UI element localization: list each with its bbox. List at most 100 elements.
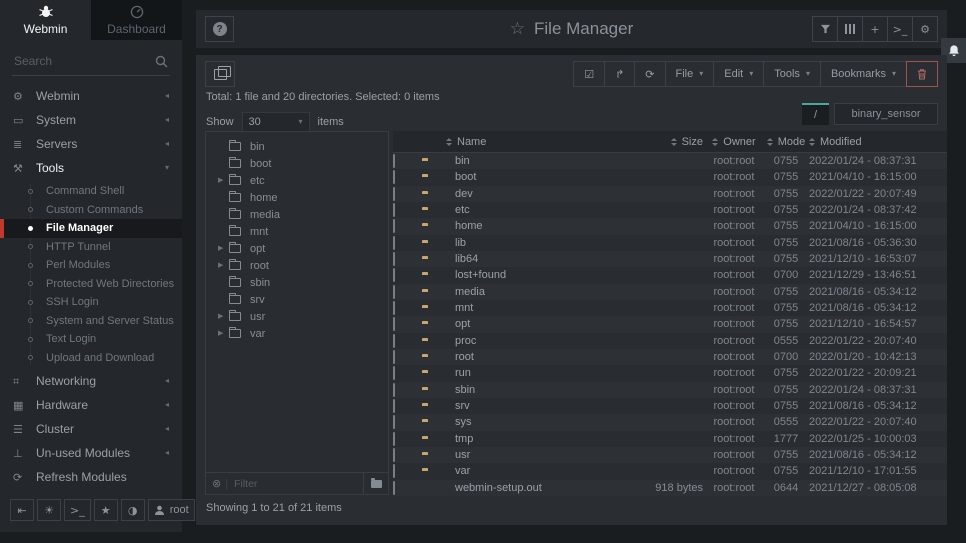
file-name[interactable]: var bbox=[455, 465, 613, 477]
table-row-run[interactable]: run root:root 0755 2022/01/22 - 20:09:21 bbox=[393, 365, 947, 381]
file-name[interactable]: webmin-setup.out bbox=[455, 482, 613, 494]
row-checkbox[interactable] bbox=[393, 285, 395, 299]
table-row-etc[interactable]: etc root:root 0755 2022/01/24 - 08:37:42 bbox=[393, 202, 947, 218]
table-row-root[interactable]: root root:root 0700 2022/01/20 - 10:42:1… bbox=[393, 349, 947, 365]
tab-webmin[interactable]: Webmin bbox=[0, 0, 91, 40]
columns-button[interactable] bbox=[837, 16, 863, 42]
file-name[interactable]: tmp bbox=[455, 433, 613, 445]
row-checkbox[interactable] bbox=[393, 448, 395, 462]
column-header-name[interactable]: Name bbox=[446, 136, 613, 148]
file-name[interactable]: boot bbox=[455, 171, 613, 183]
table-row-bin[interactable]: bin root:root 0755 2022/01/24 - 08:37:31 bbox=[393, 153, 947, 169]
expand-arrow-icon[interactable]: ▶ bbox=[218, 177, 229, 184]
table-row-srv[interactable]: srv root:root 0755 2021/08/16 - 05:34:12 bbox=[393, 398, 947, 414]
tree-item-mnt[interactable]: mnt bbox=[206, 223, 388, 240]
file-name[interactable]: mnt bbox=[455, 302, 613, 314]
row-checkbox[interactable] bbox=[393, 464, 395, 478]
row-checkbox[interactable] bbox=[393, 301, 395, 315]
sidebar-item-ssh-login[interactable]: SSH Login bbox=[0, 293, 182, 312]
file-name[interactable]: opt bbox=[455, 318, 613, 330]
file-name[interactable]: home bbox=[455, 220, 613, 232]
table-row-dev[interactable]: dev root:root 0755 2022/01/22 - 20:07:49 bbox=[393, 186, 947, 202]
file-name[interactable]: lost+found bbox=[455, 269, 613, 281]
row-checkbox[interactable] bbox=[393, 268, 395, 282]
sidebar-item-custom-commands[interactable]: Custom Commands bbox=[0, 201, 182, 220]
delete-button[interactable] bbox=[906, 61, 938, 87]
user-button[interactable]: root bbox=[148, 499, 195, 521]
collapse-sidebar-button[interactable]: ⇤ bbox=[10, 499, 34, 521]
file-name[interactable]: lib64 bbox=[455, 253, 613, 265]
sidebar-item-tools[interactable]: ⚒ Tools ▾ bbox=[0, 156, 182, 180]
sidebar-item-upload-and-download[interactable]: Upload and Download bbox=[0, 349, 182, 368]
language-button[interactable]: ◑ bbox=[121, 499, 145, 521]
file-name[interactable]: lib bbox=[455, 237, 613, 249]
table-row-lost-found[interactable]: lost+found root:root 0700 2021/12/29 - 1… bbox=[393, 267, 947, 283]
sidebar-item-system[interactable]: ▭ System ◂ bbox=[0, 108, 182, 132]
file-name[interactable]: usr bbox=[455, 449, 613, 461]
table-row-home[interactable]: home root:root 0755 2021/04/10 - 16:15:0… bbox=[393, 218, 947, 234]
table-row-webmin-setup-out[interactable]: webmin-setup.out 918 bytes root:root 064… bbox=[393, 480, 947, 496]
file-name[interactable]: etc bbox=[455, 204, 613, 216]
sidebar-item-hardware[interactable]: ▦ Hardware ◂ bbox=[0, 393, 182, 417]
refresh-button[interactable]: ⟳ bbox=[634, 61, 665, 87]
tree-folder-button[interactable] bbox=[363, 473, 388, 494]
tree-filter-input[interactable] bbox=[232, 477, 363, 491]
sidebar-item-protected-web-directories[interactable]: Protected Web Directories bbox=[0, 275, 182, 294]
file-name[interactable]: bin bbox=[455, 155, 613, 167]
row-checkbox[interactable] bbox=[393, 317, 395, 331]
file-name[interactable]: run bbox=[455, 367, 613, 379]
sidebar-item-text-login[interactable]: Text Login bbox=[0, 330, 182, 349]
tree-item-opt[interactable]: ▶ opt bbox=[206, 240, 388, 257]
expand-arrow-icon[interactable]: ▶ bbox=[218, 313, 229, 320]
table-row-tmp[interactable]: tmp root:root 1777 2022/01/25 - 10:00:03 bbox=[393, 431, 947, 447]
page-size-select[interactable]: 30 ▾ bbox=[242, 112, 310, 132]
table-row-lib[interactable]: lib root:root 0755 2021/08/16 - 05:36:30 bbox=[393, 235, 947, 251]
select-all-button[interactable]: ☑ bbox=[573, 61, 605, 87]
expand-arrow-icon[interactable]: ▶ bbox=[218, 330, 229, 337]
file-name[interactable]: root bbox=[455, 351, 613, 363]
table-row-opt[interactable]: opt root:root 0755 2021/12/10 - 16:54:57 bbox=[393, 316, 947, 332]
table-row-media[interactable]: media root:root 0755 2021/08/16 - 05:34:… bbox=[393, 284, 947, 300]
sidebar-item-refresh-modules[interactable]: ⟳ Refresh Modules bbox=[0, 465, 182, 489]
root-path-button[interactable]: / bbox=[802, 103, 829, 125]
sidebar-item-webmin[interactable]: ⚙ Webmin ◂ bbox=[0, 84, 182, 108]
row-checkbox[interactable] bbox=[393, 252, 395, 266]
file-name[interactable]: dev bbox=[455, 188, 613, 200]
settings-button[interactable]: ⚙ bbox=[912, 16, 938, 42]
file-name[interactable]: proc bbox=[455, 335, 613, 347]
sidebar-item-perl-modules[interactable]: Perl Modules bbox=[0, 256, 182, 275]
row-checkbox[interactable] bbox=[393, 432, 395, 446]
table-row-boot[interactable]: boot root:root 0755 2021/04/10 - 16:15:0… bbox=[393, 169, 947, 185]
row-checkbox[interactable] bbox=[393, 399, 395, 413]
theme-button[interactable]: ☀ bbox=[37, 499, 61, 521]
file-name[interactable]: sys bbox=[455, 416, 613, 428]
table-row-lib64[interactable]: lib64 root:root 0755 2021/12/10 - 16:53:… bbox=[393, 251, 947, 267]
tree-item-var[interactable]: ▶ var bbox=[206, 325, 388, 342]
row-checkbox[interactable] bbox=[393, 383, 395, 397]
table-row-usr[interactable]: usr root:root 0755 2021/08/16 - 05:34:12 bbox=[393, 447, 947, 463]
row-checkbox[interactable] bbox=[393, 366, 395, 380]
tree-item-srv[interactable]: srv bbox=[206, 291, 388, 308]
row-checkbox[interactable] bbox=[393, 481, 395, 495]
table-row-sys[interactable]: sys root:root 0555 2022/01/22 - 20:07:40 bbox=[393, 414, 947, 430]
tree-item-usr[interactable]: ▶ usr bbox=[206, 308, 388, 325]
tree-item-bin[interactable]: bin bbox=[206, 138, 388, 155]
column-header-owner[interactable]: Owner bbox=[705, 136, 763, 148]
filter-button[interactable] bbox=[812, 16, 838, 42]
row-checkbox[interactable] bbox=[393, 236, 395, 250]
expand-arrow-icon[interactable]: ▶ bbox=[218, 245, 229, 252]
path-search-input[interactable] bbox=[834, 103, 938, 125]
menu-edit[interactable]: Edit▾ bbox=[713, 61, 764, 87]
row-checkbox[interactable] bbox=[393, 170, 395, 184]
sidebar-item-cluster[interactable]: ☰ Cluster ◂ bbox=[0, 417, 182, 441]
column-header-modified[interactable]: Modified bbox=[809, 136, 947, 148]
file-name[interactable]: srv bbox=[455, 400, 613, 412]
row-checkbox[interactable] bbox=[393, 415, 395, 429]
search-input[interactable] bbox=[12, 49, 170, 76]
table-row-sbin[interactable]: sbin root:root 0755 2022/01/24 - 08:37:3… bbox=[393, 382, 947, 398]
sidebar-item-http-tunnel[interactable]: HTTP Tunnel bbox=[0, 238, 182, 257]
export-button[interactable]: ↱ bbox=[604, 61, 635, 87]
sidebar-item-networking[interactable]: ⌗ Networking ◂ bbox=[0, 369, 182, 393]
add-button[interactable]: + bbox=[862, 16, 888, 42]
table-row-proc[interactable]: proc root:root 0555 2022/01/22 - 20:07:4… bbox=[393, 333, 947, 349]
